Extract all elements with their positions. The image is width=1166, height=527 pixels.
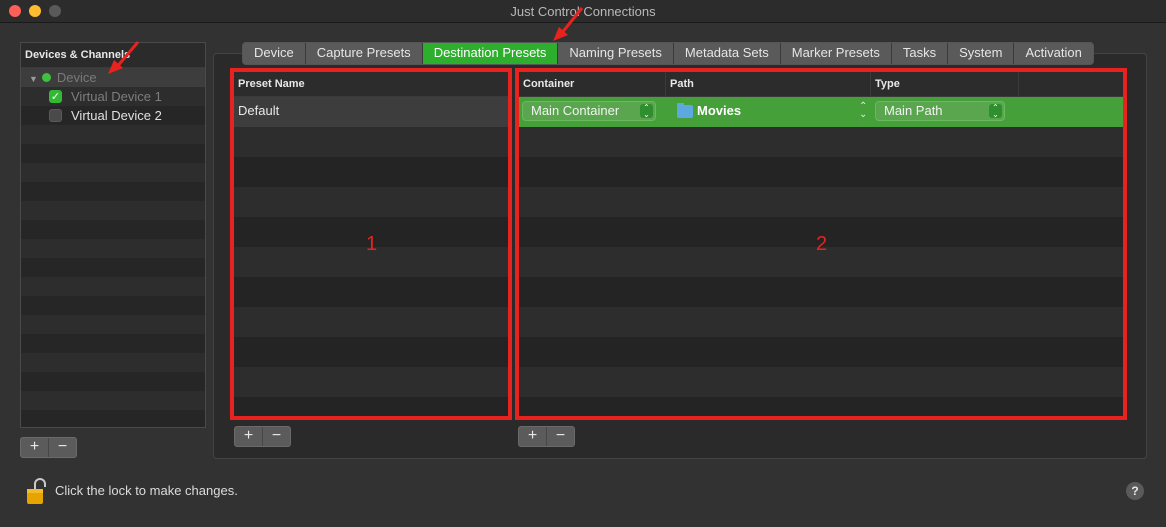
tab-naming-presets[interactable]: Naming Presets: [558, 43, 674, 64]
remove-device-button[interactable]: −: [48, 438, 76, 457]
channel-2-checkbox[interactable]: [49, 109, 62, 122]
annotation-arrow-device: [108, 41, 140, 74]
destination-add-remove: + −: [518, 426, 575, 447]
channel-2-label: Virtual Device 2: [71, 108, 162, 123]
sidebar-item-virtual-device-2[interactable]: Virtual Device 2: [21, 106, 205, 125]
tab-bar: Device Capture Presets Destination Prese…: [242, 42, 1094, 65]
remove-preset-button[interactable]: −: [262, 427, 290, 446]
add-destination-button[interactable]: +: [519, 427, 546, 446]
tab-activation[interactable]: Activation: [1014, 43, 1092, 64]
tab-marker-presets[interactable]: Marker Presets: [781, 43, 892, 64]
annotation-label-1: 1: [366, 233, 378, 255]
tab-tasks[interactable]: Tasks: [892, 43, 949, 64]
remove-destination-button[interactable]: −: [546, 427, 574, 446]
annotation-arrow-tab: [553, 7, 584, 41]
add-preset-button[interactable]: +: [235, 427, 262, 446]
lock-message: Click the lock to make changes.: [55, 483, 238, 498]
tab-metadata-sets[interactable]: Metadata Sets: [674, 43, 781, 64]
sidebar-add-remove: + −: [20, 437, 77, 458]
sidebar-list: ▼ Device ✓ Virtual Device 1 Virtual Devic…: [21, 68, 205, 427]
status-dot-icon: [41, 73, 51, 82]
help-button[interactable]: ?: [1126, 482, 1144, 500]
tab-system[interactable]: System: [948, 43, 1015, 64]
disclosure-triangle-icon[interactable]: ▼: [29, 74, 38, 84]
preset-add-remove: + −: [234, 426, 291, 447]
sidebar-item-virtual-device-1[interactable]: ✓ Virtual Device 1: [21, 87, 205, 106]
device-label: Device: [56, 70, 97, 85]
channel-1-checkbox[interactable]: ✓: [49, 90, 62, 103]
channel-1-label: Virtual Device 1: [71, 89, 162, 104]
add-device-button[interactable]: +: [21, 438, 48, 457]
tab-destination-presets[interactable]: Destination Presets: [422, 43, 559, 64]
devices-sidebar: Devices & Channels ▼ Device ✓ Virtual Dev…: [20, 42, 206, 428]
tab-capture-presets[interactable]: Capture Presets: [306, 43, 423, 64]
annotation-label-2: 2: [816, 233, 828, 255]
lock-icon[interactable]: [26, 477, 46, 505]
tab-device[interactable]: Device: [243, 43, 306, 64]
